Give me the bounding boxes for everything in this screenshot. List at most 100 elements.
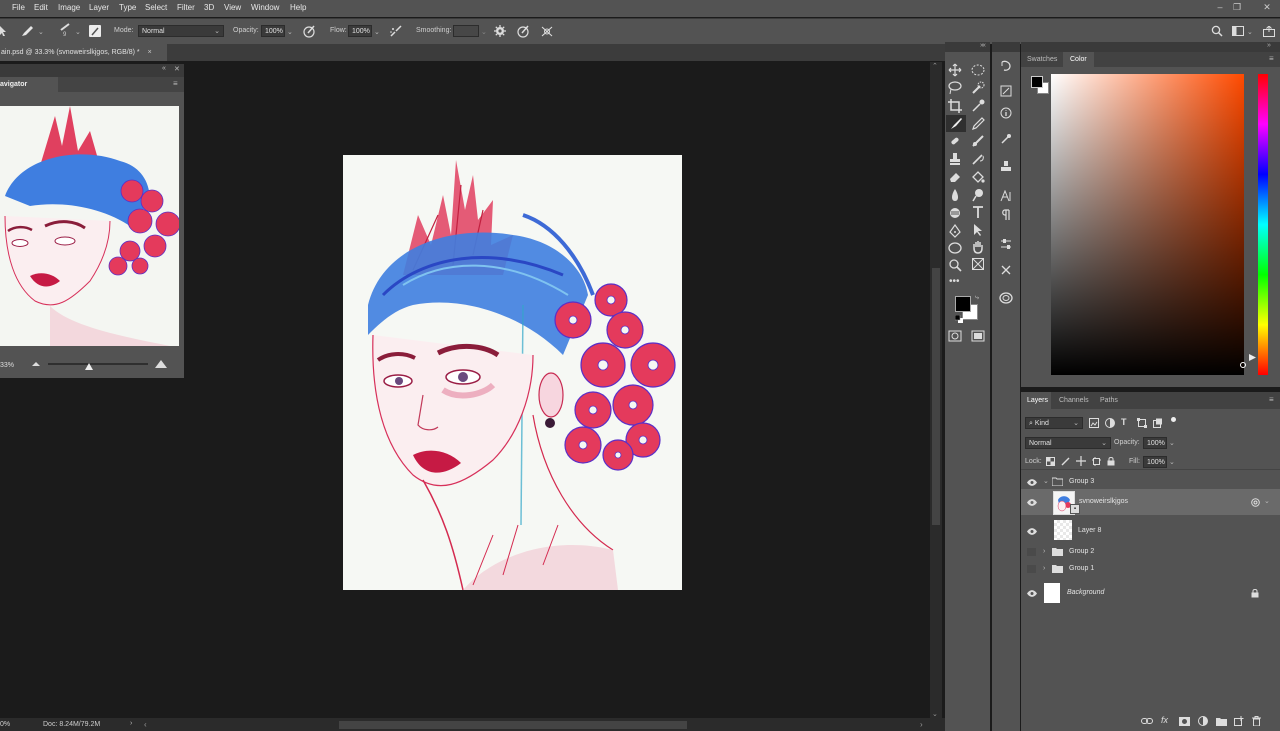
libraries-icon[interactable]	[999, 292, 1013, 304]
horizontal-scrollbar[interactable]: ‹ ›	[144, 718, 945, 731]
chevron-right-icon[interactable]: ›	[1043, 565, 1045, 572]
eye-icon[interactable]	[1027, 499, 1037, 506]
lock-artboard-icon[interactable]	[1092, 457, 1101, 466]
menu-select[interactable]: Select	[145, 3, 167, 12]
smoothing-input[interactable]	[453, 25, 479, 37]
lock-transparent-icon[interactable]	[1046, 457, 1055, 466]
clone-source-icon[interactable]	[1000, 133, 1012, 145]
gear-icon[interactable]	[494, 25, 506, 37]
close-panel-icon[interactable]: ✕	[174, 65, 180, 73]
chevron-down-icon[interactable]: ⌄	[38, 28, 44, 36]
scroll-left-icon[interactable]: ‹	[144, 720, 147, 729]
symmetry-icon[interactable]	[540, 25, 554, 38]
close-window-icon[interactable]: ✕	[1260, 2, 1274, 14]
paint-bucket-icon[interactable]	[971, 170, 989, 185]
color-fg-swatch[interactable]	[1031, 76, 1043, 88]
scroll-down-icon[interactable]: ⌄	[932, 710, 938, 718]
dodge-tool-icon[interactable]	[971, 188, 989, 203]
zoom-in-icon[interactable]	[155, 360, 167, 368]
tab-paths[interactable]: Paths	[1100, 397, 1118, 404]
scroll-up-icon[interactable]: ⌃	[932, 62, 938, 70]
move-tool-icon[interactable]	[948, 63, 966, 78]
tool-home-icon[interactable]	[0, 26, 8, 36]
pencil-tool-icon[interactable]	[971, 117, 989, 132]
brush-preset-icon[interactable]	[20, 25, 34, 37]
layer-row-group-1[interactable]: › Group 1	[1021, 561, 1280, 577]
adjustments-icon[interactable]	[1000, 238, 1012, 250]
quick-select-tool-icon[interactable]	[971, 81, 989, 96]
close-tab-icon[interactable]: ×	[148, 49, 152, 56]
lock-pixels-icon[interactable]	[1061, 457, 1070, 466]
blur-tool-icon[interactable]	[948, 188, 966, 203]
status-arrow-icon[interactable]: ›	[130, 720, 132, 727]
menu-edit[interactable]: Edit	[34, 3, 48, 12]
scroll-right-icon[interactable]: ›	[920, 720, 923, 729]
eraser-tool-icon[interactable]	[948, 170, 966, 185]
chevron-down-icon[interactable]: ⌄	[1264, 497, 1270, 505]
menu-filter[interactable]: Filter	[177, 3, 195, 12]
filter-pixel-icon[interactable]	[1089, 418, 1099, 428]
menu-view[interactable]: View	[224, 3, 241, 12]
restore-icon[interactable]: ❐	[1230, 2, 1244, 14]
filter-type-icon[interactable]: T	[1121, 417, 1127, 427]
eye-icon[interactable]	[1027, 528, 1037, 535]
navigator-tab[interactable]: avigator	[0, 77, 58, 94]
share-icon[interactable]	[1263, 26, 1275, 37]
visibility-toggle-off[interactable]	[1027, 548, 1036, 556]
panel-menu-icon[interactable]: ≡	[173, 79, 178, 88]
smart-filter-icon[interactable]	[1251, 498, 1260, 507]
filter-smart-object-icon[interactable]	[1153, 418, 1163, 428]
marquee-tool-icon[interactable]	[971, 63, 989, 78]
color-field-picker[interactable]	[1240, 362, 1246, 368]
add-mask-icon[interactable]	[1179, 717, 1190, 726]
tool-presets-icon[interactable]	[1000, 160, 1012, 172]
opacity-input[interactable]: 100%	[261, 25, 285, 37]
info-panel-icon[interactable]	[1000, 107, 1012, 119]
chevron-down-icon[interactable]: ⌄	[75, 28, 81, 36]
screen-mode-icon[interactable]	[971, 330, 989, 345]
menu-type[interactable]: Type	[119, 3, 136, 12]
zoom-out-icon[interactable]	[32, 361, 40, 367]
tools-scissor-icon[interactable]	[1000, 264, 1012, 276]
layer-row-svnoweirslkjgos[interactable]: ▪ svnoweirslkjgos ⌄	[1021, 489, 1280, 515]
tab-channels[interactable]: Channels	[1059, 397, 1089, 404]
brush-size-picker[interactable]	[59, 23, 71, 31]
crop-tool-icon[interactable]	[948, 99, 966, 114]
chevron-down-icon[interactable]: ⌄	[481, 28, 487, 36]
history-panel-icon[interactable]	[1000, 60, 1012, 72]
layer-opacity-input[interactable]: 100%	[1143, 437, 1167, 449]
pressure-size-icon[interactable]	[517, 25, 530, 38]
navigator-preview[interactable]	[0, 106, 179, 346]
vertical-scroll-thumb[interactable]	[932, 268, 940, 525]
eye-icon[interactable]	[1027, 590, 1037, 597]
hue-slider[interactable]	[1258, 74, 1268, 375]
tab-layers[interactable]: Layers	[1021, 392, 1051, 409]
quick-mask-icon[interactable]	[948, 330, 966, 345]
menu-file[interactable]: File	[12, 3, 25, 12]
pressure-opacity-icon[interactable]	[303, 25, 316, 38]
brush-settings-icon[interactable]	[1000, 85, 1012, 97]
fill-input[interactable]: 100%	[1143, 456, 1167, 468]
more-tools-icon[interactable]: •••	[949, 276, 967, 291]
panel-menu-icon[interactable]: ≡	[1269, 395, 1274, 404]
navigator-zoom-handle[interactable]	[85, 363, 93, 370]
tab-swatches[interactable]: Swatches	[1027, 56, 1057, 63]
chevron-down-icon[interactable]: ⌄	[1169, 458, 1175, 466]
mode-select[interactable]: Normal ⌄	[138, 25, 224, 37]
new-layer-icon[interactable]	[1234, 716, 1244, 726]
rotate-view-icon[interactable]	[971, 257, 989, 272]
visibility-toggle-off[interactable]	[1027, 565, 1036, 573]
document-tab[interactable]: ain.psd @ 33.3% (svnoweirslkjgos, RGB/8)…	[0, 44, 167, 61]
menu-3d[interactable]: 3D	[204, 3, 214, 12]
layer-filter-select[interactable]: ⌕ Kind ⌄	[1025, 417, 1083, 429]
brush-tool-icon[interactable]	[946, 115, 966, 132]
airbrush-icon[interactable]	[389, 25, 403, 38]
tab-color[interactable]: Color	[1063, 52, 1094, 67]
panel-menu-icon[interactable]: ≡	[1269, 54, 1274, 63]
search-icon[interactable]	[1211, 25, 1223, 37]
blend-mode-select[interactable]: Normal ⌄	[1025, 437, 1111, 449]
filter-adjustment-icon[interactable]	[1105, 418, 1115, 428]
sponge-tool-icon[interactable]	[948, 206, 966, 221]
mixer-brush-icon[interactable]	[971, 134, 989, 149]
chevron-right-icon[interactable]: ›	[1043, 548, 1045, 555]
